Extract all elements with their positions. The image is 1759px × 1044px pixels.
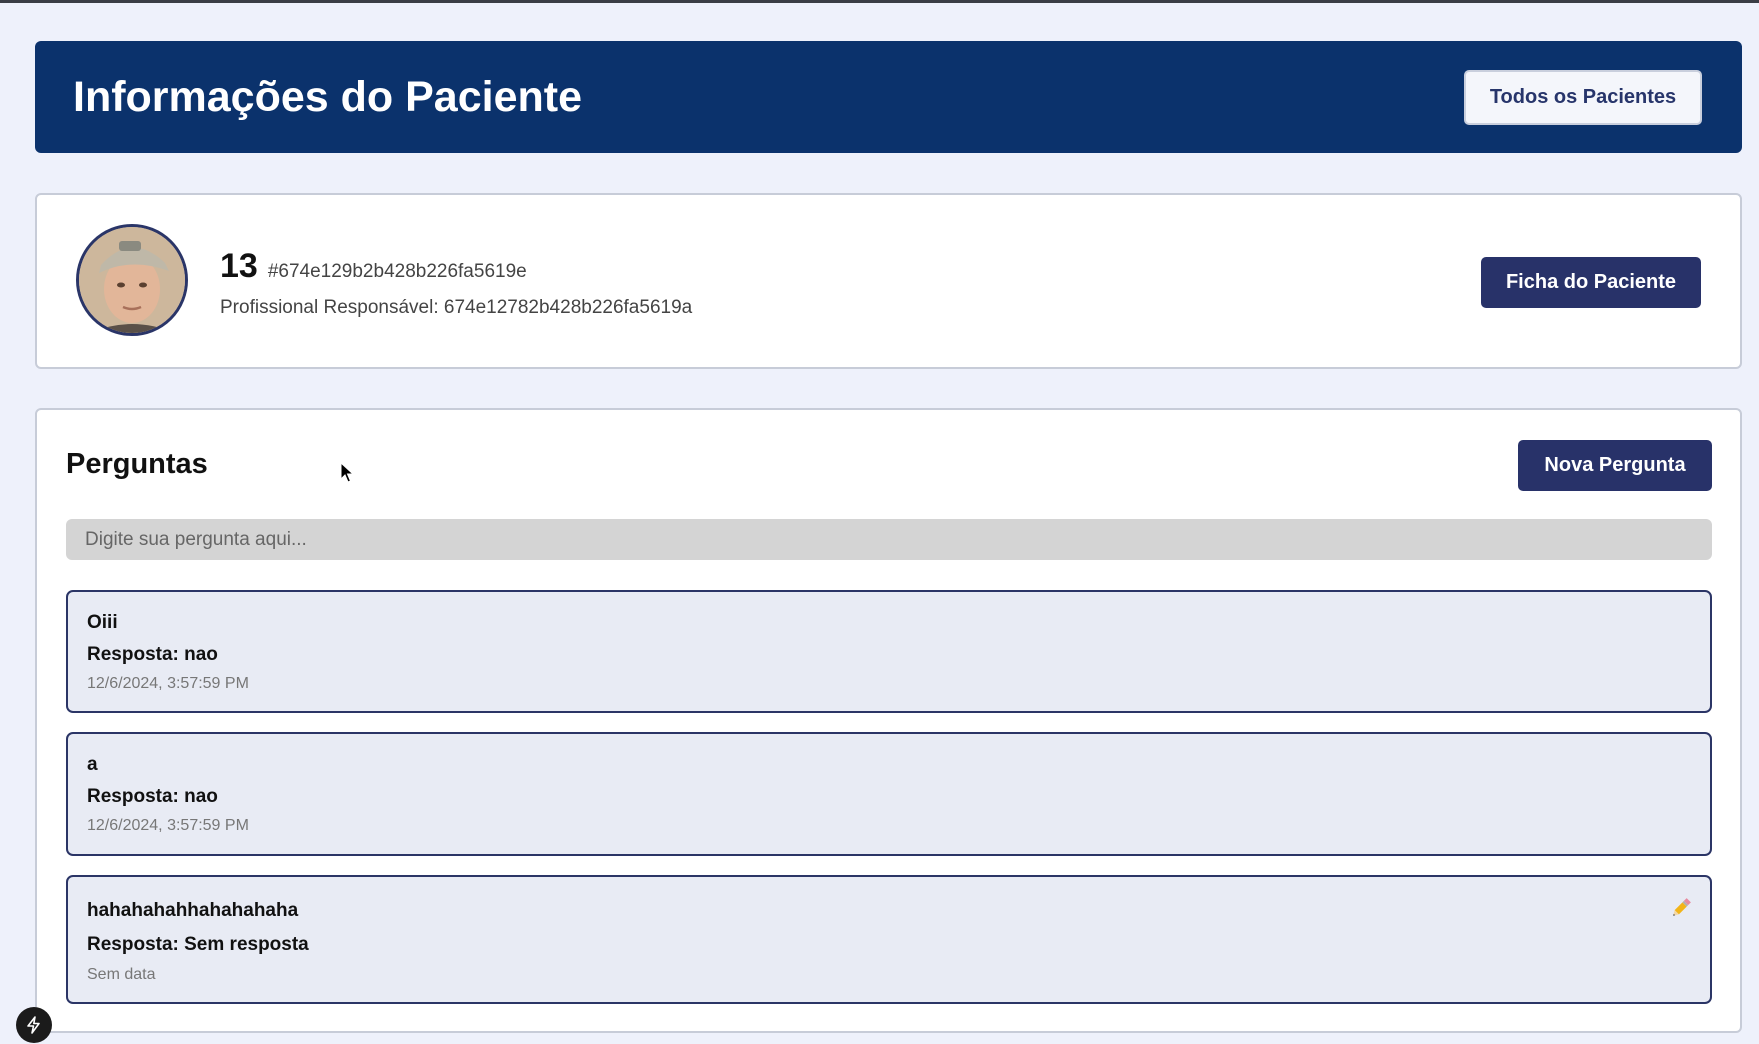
question-input[interactable]	[66, 519, 1712, 560]
questions-title: Perguntas	[66, 448, 208, 480]
question-date: 12/6/2024, 3:57:59 PM	[87, 817, 249, 834]
list-item[interactable]: hahahahahhahahahaha Resposta: Sem respos…	[66, 875, 1712, 1004]
question-answer: Resposta: nao	[87, 644, 218, 665]
patient-record-button[interactable]: Ficha do Paciente	[1481, 257, 1701, 308]
patient-photo	[79, 227, 185, 333]
list-item[interactable]: a Resposta: nao 12/6/2024, 3:57:59 PM	[66, 732, 1712, 856]
question-date: Sem data	[87, 966, 156, 983]
patient-id: #674e129b2b428b226fa5619e	[267, 261, 527, 282]
question-answer: Resposta: nao	[87, 786, 218, 807]
new-question-button[interactable]: Nova Pergunta	[1518, 440, 1712, 491]
page-title: Informações do Paciente	[73, 72, 582, 121]
question-text: hahahahahhahahahaha	[87, 900, 299, 921]
list-item[interactable]: Oiii Resposta: nao 12/6/2024, 3:57:59 PM	[66, 590, 1712, 713]
patient-name-row: 13 #674e129b2b428b226fa5619e	[220, 247, 527, 286]
patient-card: 13 #674e129b2b428b226fa5619e Profissiona…	[35, 193, 1742, 369]
question-date: 12/6/2024, 3:57:59 PM	[87, 675, 249, 692]
patient-name: 13	[220, 247, 258, 285]
all-patients-button[interactable]: Todos os Pacientes	[1464, 69, 1702, 125]
avatar	[76, 224, 188, 336]
questions-card: Perguntas Nova Pergunta Oiii Resposta: n…	[35, 408, 1742, 1033]
question-text: Oiii	[87, 612, 118, 633]
page-header: Informações do Paciente Todos os Pacient…	[35, 41, 1742, 153]
window-top-border	[0, 0, 1759, 3]
responsible-professional: Profissional Responsável: 674e12782b428b…	[220, 297, 693, 318]
mouse-cursor	[340, 462, 354, 483]
question-answer: Resposta: Sem resposta	[87, 934, 309, 955]
pencil-icon[interactable]	[1668, 895, 1694, 921]
lightning-icon[interactable]	[16, 1007, 52, 1043]
lightning-glyph	[27, 1016, 40, 1034]
question-text: a	[87, 754, 98, 775]
